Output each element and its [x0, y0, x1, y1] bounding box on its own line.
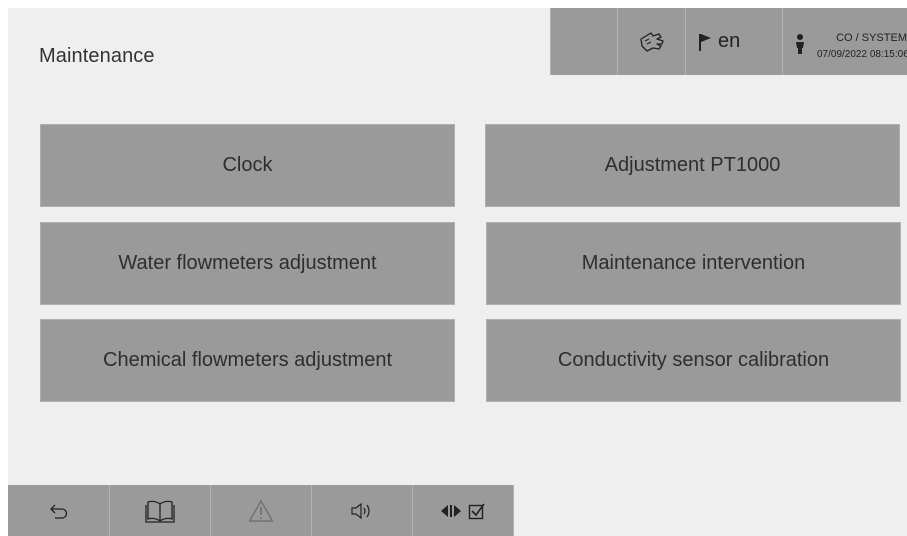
clock-button[interactable]: Clock — [40, 124, 455, 207]
back-button[interactable] — [8, 485, 110, 536]
conductivity-sensor-calibration-button[interactable]: Conductivity sensor calibration — [486, 319, 901, 402]
maintenance-intervention-button[interactable]: Maintenance intervention — [486, 222, 901, 305]
user-info-icon — [796, 34, 804, 54]
water-flowmeters-adjustment-button[interactable]: Water flowmeters adjustment — [40, 222, 455, 305]
page-title: Maintenance — [39, 45, 155, 67]
user-name: CO / SYSTEM — [836, 32, 907, 44]
chemical-flowmeters-adjustment-button[interactable]: Chemical flowmeters adjustment — [40, 319, 455, 402]
sound-icon — [351, 502, 370, 519]
user-info-button[interactable]: CO / SYSTEM 07/09/2022 08:15:06 — [782, 8, 907, 75]
checkbox-icon — [468, 503, 485, 519]
manual-book-icon — [145, 500, 175, 523]
screen: Maintenance en CO / SYSTEM 07/09/2022 08… — [8, 8, 907, 536]
header-blank-button[interactable] — [550, 8, 617, 75]
manual-button[interactable] — [110, 485, 211, 536]
language-label: en — [718, 30, 741, 52]
flag-icon — [699, 33, 711, 51]
warning-icon — [248, 499, 274, 522]
touch-hand-icon — [639, 31, 664, 52]
back-arrow-icon — [49, 504, 67, 519]
touch-lock-button[interactable] — [617, 8, 685, 75]
header-bar: Maintenance en CO / SYSTEM 07/09/2022 08… — [8, 8, 907, 77]
language-button[interactable]: en — [685, 8, 782, 75]
play-pause-icon — [441, 504, 461, 517]
warning-button[interactable] — [211, 485, 312, 536]
datetime: 07/09/2022 08:15:06 — [817, 49, 907, 60]
sound-button[interactable] — [312, 485, 413, 536]
adjustment-pt1000-button[interactable]: Adjustment PT1000 — [485, 124, 900, 207]
start-confirm-button[interactable] — [413, 485, 514, 536]
footer-bar — [8, 485, 907, 536]
